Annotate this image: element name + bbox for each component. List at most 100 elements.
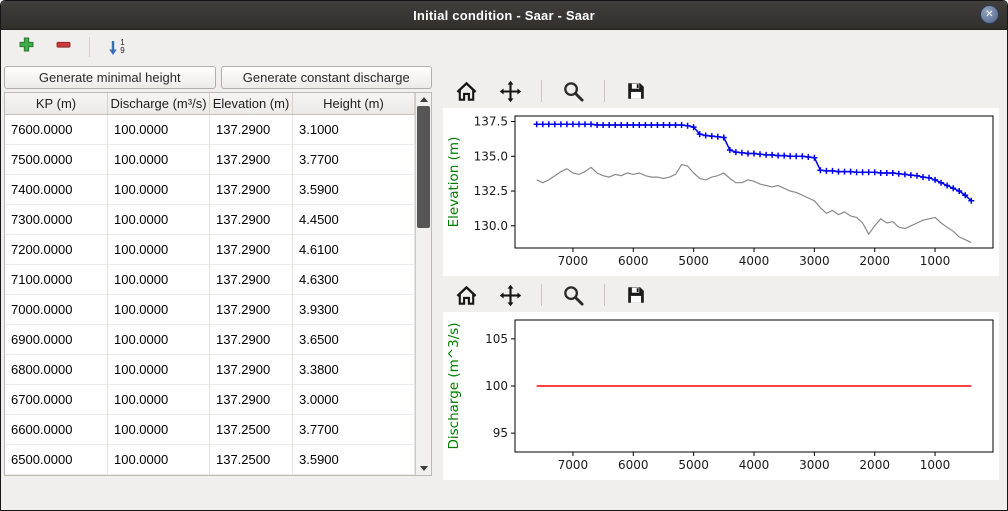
save-icon[interactable] <box>623 78 649 104</box>
data-table: KP (m)Discharge (m³/s)Elevation (m)Heigh… <box>4 92 432 476</box>
close-button[interactable]: ✕ <box>980 5 999 24</box>
table-cell[interactable]: 137.2900 <box>210 295 293 325</box>
title-bar[interactable]: Initial condition - Saar - Saar ✕ <box>1 1 1007 30</box>
svg-text:4000: 4000 <box>739 254 770 268</box>
table-cell[interactable]: 7000.0000 <box>5 295 108 325</box>
table-cell[interactable]: 7400.0000 <box>5 175 108 205</box>
table-cell[interactable]: 137.2900 <box>210 235 293 265</box>
svg-text:132.5: 132.5 <box>474 184 508 198</box>
generate-minimal-height-button[interactable]: Generate minimal height <box>4 66 216 89</box>
table-cell[interactable]: 3.0000 <box>293 385 415 415</box>
svg-text:2000: 2000 <box>859 254 890 268</box>
main-toolbar: 19 <box>1 30 1007 64</box>
table-cell[interactable]: 3.9300 <box>293 295 415 325</box>
svg-text:2000: 2000 <box>859 458 890 472</box>
column-header[interactable]: Height (m) <box>293 93 415 115</box>
table-cell[interactable]: 100.0000 <box>108 295 210 325</box>
generate-constant-discharge-button[interactable]: Generate constant discharge <box>221 66 433 89</box>
table-cell[interactable]: 100.0000 <box>108 175 210 205</box>
scroll-down-arrow-icon[interactable] <box>416 462 431 475</box>
table-cell[interactable]: 100.0000 <box>108 265 210 295</box>
toolbar-separator <box>604 80 605 102</box>
window-title: Initial condition - Saar - Saar <box>413 8 595 23</box>
table-cell[interactable]: 100.0000 <box>108 235 210 265</box>
content-area: Generate minimal height Generate constan… <box>1 64 1007 511</box>
table-cell[interactable]: 7500.0000 <box>5 145 108 175</box>
column-header[interactable]: Elevation (m) <box>210 93 293 115</box>
svg-text:95: 95 <box>493 426 508 440</box>
app-window: Initial condition - Saar - Saar ✕ 19 <box>0 0 1008 511</box>
table-cell[interactable]: 3.5900 <box>293 445 415 475</box>
svg-text:6000: 6000 <box>618 254 649 268</box>
svg-text:Elevation (m): Elevation (m) <box>446 137 462 228</box>
table-cell[interactable]: 100.0000 <box>108 325 210 355</box>
table-cell[interactable]: 137.2900 <box>210 175 293 205</box>
svg-text:5000: 5000 <box>678 458 709 472</box>
sort-button[interactable]: 19 <box>105 36 127 58</box>
table-cell[interactable]: 137.2900 <box>210 115 293 145</box>
table-cell[interactable]: 3.1000 <box>293 115 415 145</box>
table-cell[interactable]: 7600.0000 <box>5 115 108 145</box>
table-cell[interactable]: 100.0000 <box>108 145 210 175</box>
table-cell[interactable]: 4.6300 <box>293 265 415 295</box>
discharge-figure: 700060005000400030002000100095100105Disc… <box>443 312 999 480</box>
toolbar-separator <box>541 284 542 306</box>
remove-row-button[interactable] <box>52 36 74 58</box>
table-cell[interactable]: 6700.0000 <box>5 385 108 415</box>
table-cell[interactable]: 137.2900 <box>210 355 293 385</box>
column-header[interactable]: KP (m) <box>5 93 108 115</box>
table-cell[interactable]: 7300.0000 <box>5 205 108 235</box>
table-cell[interactable]: 137.2900 <box>210 385 293 415</box>
table-cell[interactable]: 6800.0000 <box>5 355 108 385</box>
table-cell[interactable]: 137.2900 <box>210 265 293 295</box>
table-cell[interactable]: 3.5900 <box>293 175 415 205</box>
svg-text:4000: 4000 <box>739 458 770 472</box>
pan-icon[interactable] <box>497 282 523 308</box>
left-panel: Generate minimal height Generate constan… <box>1 64 434 511</box>
home-icon[interactable] <box>453 78 479 104</box>
elevation-figure: 7000600050004000300020001000130.0132.513… <box>443 108 999 276</box>
plot-canvas[interactable]: 700060005000400030002000100095100105Disc… <box>443 312 999 478</box>
table-cell[interactable]: 137.2500 <box>210 445 293 475</box>
table-cell[interactable]: 100.0000 <box>108 415 210 445</box>
table-cell[interactable]: 100.0000 <box>108 445 210 475</box>
table-cell[interactable]: 7200.0000 <box>5 235 108 265</box>
table-cell[interactable]: 100.0000 <box>108 355 210 385</box>
plot-canvas[interactable]: 7000600050004000300020001000130.0132.513… <box>443 108 999 274</box>
table-cell[interactable]: 137.2900 <box>210 325 293 355</box>
table-cell[interactable]: 100.0000 <box>108 205 210 235</box>
svg-text:7000: 7000 <box>558 254 589 268</box>
scrollbar-track[interactable] <box>417 106 430 462</box>
column-header[interactable]: Discharge (m³/s) <box>108 93 210 115</box>
plus-icon <box>19 37 34 57</box>
table-cell[interactable]: 6500.0000 <box>5 445 108 475</box>
table-scrollbar[interactable] <box>415 93 431 475</box>
table-cell[interactable]: 3.7700 <box>293 145 415 175</box>
table-cell[interactable]: 3.3800 <box>293 355 415 385</box>
save-icon[interactable] <box>623 282 649 308</box>
table-cell[interactable]: 3.7700 <box>293 415 415 445</box>
svg-text:6000: 6000 <box>618 458 649 472</box>
zoom-icon[interactable] <box>560 78 586 104</box>
svg-text:137.5: 137.5 <box>474 115 508 129</box>
add-row-button[interactable] <box>15 36 37 58</box>
svg-text:1000: 1000 <box>920 254 951 268</box>
table-cell[interactable]: 137.2500 <box>210 415 293 445</box>
scroll-up-arrow-icon[interactable] <box>416 93 431 106</box>
sort-numbers: 19 <box>120 39 124 55</box>
table-cell[interactable]: 137.2900 <box>210 205 293 235</box>
table-cell[interactable]: 6900.0000 <box>5 325 108 355</box>
table-cell[interactable]: 4.6100 <box>293 235 415 265</box>
scrollbar-thumb[interactable] <box>417 106 430 228</box>
home-icon[interactable] <box>453 282 479 308</box>
table-cell[interactable]: 4.4500 <box>293 205 415 235</box>
table-cell[interactable]: 6600.0000 <box>5 415 108 445</box>
zoom-icon[interactable] <box>560 282 586 308</box>
table-cell[interactable]: 137.2900 <box>210 145 293 175</box>
table-cell[interactable]: 3.6500 <box>293 325 415 355</box>
svg-text:3000: 3000 <box>799 458 830 472</box>
table-cell[interactable]: 100.0000 <box>108 385 210 415</box>
table-cell[interactable]: 100.0000 <box>108 115 210 145</box>
pan-icon[interactable] <box>497 78 523 104</box>
table-cell[interactable]: 7100.0000 <box>5 265 108 295</box>
